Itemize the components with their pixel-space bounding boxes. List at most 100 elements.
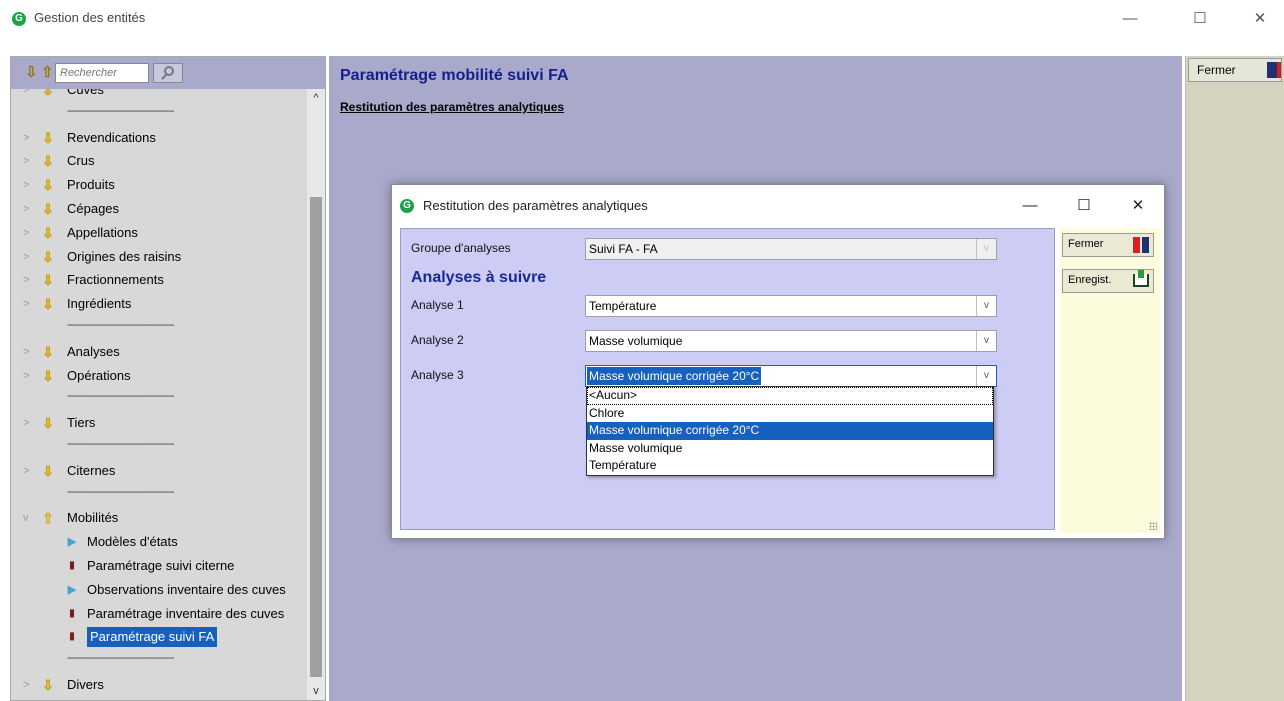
tree-item-label: Crus — [67, 153, 95, 169]
group-select: Suivi FA - FA v — [585, 238, 997, 260]
restitution-link[interactable]: Restitution des paramètres analytiques — [340, 100, 564, 114]
play-icon: ▶ — [67, 583, 77, 596]
tree-item-label: Appellations — [67, 224, 138, 240]
collapsed-chevron-icon[interactable]: > — [23, 341, 33, 363]
dialog-maximize-button[interactable]: ☐ — [1066, 193, 1102, 219]
form-icon: ▮ — [69, 631, 75, 643]
dropdown-option[interactable]: Masse volumique corrigée 20°C — [587, 422, 993, 440]
minimize-button[interactable]: — — [1110, 6, 1150, 32]
analyse3-value: Masse volumique corrigée 20°C — [587, 367, 762, 385]
tree-item-label: Tiers — [67, 415, 96, 431]
save-button[interactable]: Enregist. — [1062, 269, 1154, 293]
dropdown-option[interactable]: Température — [587, 457, 993, 475]
tree-item-label: Cépages — [67, 201, 120, 216]
collapsed-chevron-icon[interactable]: > — [23, 460, 33, 482]
tree-item-label: Citernes — [67, 462, 116, 478]
analyse3-label: Analyse 3 — [411, 368, 464, 382]
scroll-up-icon[interactable]: ^ — [307, 89, 325, 107]
tree-item-label: Revendications — [67, 129, 156, 145]
folder-down-arrow-icon: ⇩ — [42, 177, 54, 194]
folder-down-arrow-icon: ⇩ — [42, 129, 54, 146]
analytics-dialog: G Restitution des paramètres analytiques… — [391, 184, 1165, 539]
maximize-button[interactable]: ☐ — [1180, 6, 1220, 32]
collapsed-chevron-icon[interactable]: > — [23, 198, 33, 220]
exit-door-icon — [1267, 62, 1281, 78]
expand-all-icon[interactable]: ⇧ — [41, 65, 54, 81]
save-label: Enregist. — [1068, 274, 1112, 286]
form-icon: ▮ — [69, 607, 75, 619]
analyse1-select[interactable]: Température v — [585, 295, 997, 317]
analyse3-dropdown-list: <Aucun> Chlore Masse volumique corrigée 20… — [586, 386, 994, 476]
analyse1-value: Température — [589, 299, 657, 313]
folder-down-arrow-icon: ⇩ — [42, 367, 54, 384]
collapsed-chevron-icon[interactable]: > — [23, 412, 33, 434]
collapsed-chevron-icon[interactable]: > — [23, 269, 33, 291]
dialog-title: Restitution des paramètres analytiques — [423, 198, 648, 213]
collapsed-chevron-icon[interactable]: > — [23, 174, 33, 196]
tree-item-label: ---------------------------------------- — [67, 104, 175, 117]
window-title: Gestion des entités — [34, 10, 146, 25]
collapsed-chevron-icon[interactable]: > — [23, 222, 33, 244]
folder-down-arrow-icon: ⇩ — [42, 343, 54, 360]
close-button[interactable]: Fermer — [1188, 58, 1282, 82]
collapsed-chevron-icon[interactable]: > — [23, 150, 33, 172]
dialog-minimize-button[interactable]: — — [1012, 193, 1048, 219]
folder-up-arrow-icon: ⇧ — [42, 510, 54, 527]
chevron-down-icon: v — [976, 239, 996, 259]
resize-grip-icon[interactable] — [1149, 522, 1157, 530]
collapsed-chevron-icon[interactable]: > — [23, 89, 33, 101]
collapsed-chevron-icon[interactable]: > — [23, 246, 33, 268]
dialog-form: Groupe d'analyses Suivi FA - FA v Analys… — [400, 228, 1055, 530]
folder-down-arrow-icon: ⇩ — [42, 296, 54, 313]
group-label: Groupe d'analyses — [411, 241, 511, 255]
chevron-down-icon[interactable]: v — [976, 331, 996, 351]
dialog-logo-icon: G — [400, 199, 414, 213]
collapsed-chevron-icon[interactable]: > — [23, 674, 33, 696]
scroll-down-icon[interactable]: v — [307, 682, 325, 700]
analyse2-label: Analyse 2 — [411, 333, 464, 347]
close-window-button[interactable]: ✕ — [1240, 6, 1280, 32]
analyse2-select[interactable]: Masse volumique v — [585, 330, 997, 352]
exit-icon — [1133, 237, 1149, 253]
tree-item-label: Paramétrage suivi FA — [87, 627, 218, 648]
collapsed-chevron-icon[interactable]: > — [23, 127, 33, 149]
save-icon — [1133, 270, 1149, 287]
scroll-thumb[interactable] — [310, 197, 322, 677]
tree-scrollbar[interactable]: ^ v — [307, 89, 325, 700]
folder-down-arrow-icon: ⇩ — [42, 89, 54, 98]
entity-tree: > ⇩ Cuves ---------------------------------… — [11, 89, 307, 700]
dropdown-option[interactable]: Chlore — [587, 405, 993, 423]
tree-item-label: Paramétrage inventaire des cuves — [87, 605, 285, 621]
folder-down-arrow-icon: ⇩ — [42, 201, 54, 217]
analyse2-value: Masse volumique — [589, 334, 683, 348]
analyse3-select[interactable]: Masse volumique corrigée 20°C v — [585, 365, 997, 387]
folder-down-arrow-icon: ⇩ — [42, 677, 54, 693]
dropdown-option[interactable]: Masse volumique — [587, 440, 993, 458]
collapsed-chevron-icon[interactable]: > — [23, 365, 33, 387]
chevron-down-icon[interactable]: v — [976, 296, 996, 316]
app-logo-icon: G — [12, 12, 26, 26]
search-bar: ⇩ ⇧ — [11, 57, 325, 89]
tree-item-label: Divers — [67, 677, 104, 692]
tree-item-label: ---------------------------------------- — [67, 652, 175, 665]
tree-item-label: Analyses — [67, 343, 120, 359]
folder-down-arrow-icon: ⇩ — [42, 153, 54, 170]
search-button[interactable] — [153, 63, 183, 83]
form-icon: ▮ — [69, 560, 75, 571]
analyse1-label: Analyse 1 — [411, 298, 464, 312]
chevron-down-icon[interactable]: v — [976, 366, 996, 386]
group-value: Suivi FA - FA — [589, 242, 658, 256]
command-bar: Fermer — [1185, 56, 1284, 701]
dialog-close-button-cmd[interactable]: Fermer — [1062, 233, 1154, 257]
collapse-all-icon[interactable]: ⇩ — [25, 65, 38, 81]
tree-item-label: Observations inventaire des cuves — [87, 581, 286, 597]
collapsed-chevron-icon[interactable]: > — [23, 293, 33, 315]
dropdown-option[interactable]: <Aucun> — [587, 387, 993, 405]
dialog-close-button[interactable]: ✕ — [1120, 193, 1156, 219]
play-icon: ▶ — [67, 536, 77, 549]
tree-item-label: ---------------------------------------- — [67, 438, 175, 450]
search-input[interactable] — [55, 63, 149, 83]
expanded-chevron-icon[interactable]: v — [23, 507, 33, 529]
close-button-label: Fermer — [1197, 63, 1236, 77]
tree-item-label: ---------------------------------------- — [67, 319, 175, 331]
